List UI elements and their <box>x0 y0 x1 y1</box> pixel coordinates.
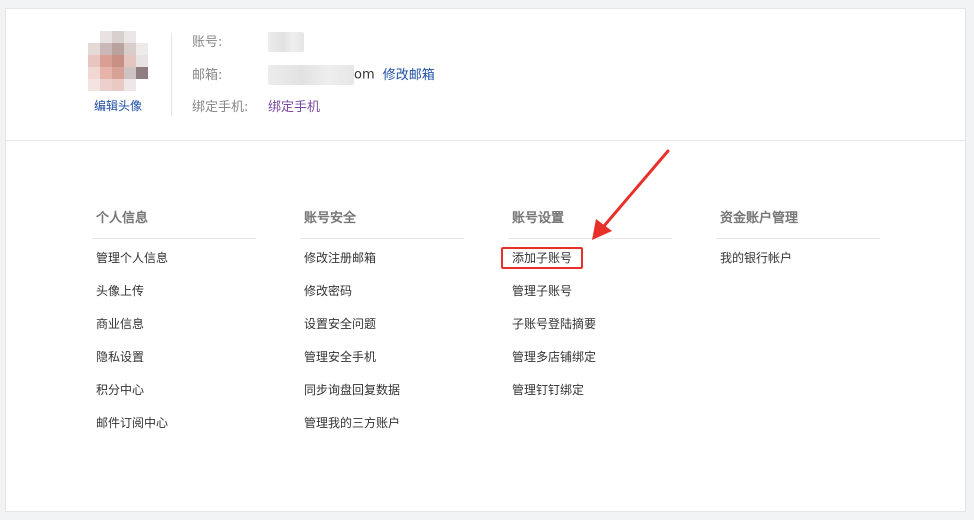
column-account-settings: 账号设置 添加子账号 管理子账号 子账号登陆摘要 管理多店铺绑定 管理钉钉绑定 <box>501 208 672 413</box>
account-settings-card: 编辑头像 账号: 邮箱: om 修改邮箱 绑定手机: 绑定手机 个人信息 管理个人信… <box>5 8 966 512</box>
menu-item-privacy-settings[interactable]: 隐私设置 <box>92 347 256 380</box>
bind-phone-link[interactable]: 绑定手机 <box>268 100 320 115</box>
profile-divider <box>171 33 172 116</box>
menu-item-security-phone[interactable]: 管理安全手机 <box>300 347 464 380</box>
menu-item-business-info[interactable]: 商业信息 <box>92 314 256 347</box>
menu-item-change-email[interactable]: 修改注册邮箱 <box>300 248 464 281</box>
menu-item-third-party-accounts[interactable]: 管理我的三方账户 <box>300 413 464 446</box>
phone-row: 绑定手机: 绑定手机 <box>192 98 320 118</box>
column-title: 资金账户管理 <box>720 211 799 226</box>
column-divider <box>716 238 880 239</box>
column-title: 账号安全 <box>304 211 357 226</box>
column-divider <box>508 238 672 239</box>
email-value-redacted <box>268 65 354 85</box>
menu-item-add-sub-account[interactable]: 添加子账号 <box>501 247 672 281</box>
menu-item-sub-account-login-summary[interactable]: 子账号登陆摘要 <box>508 314 672 347</box>
menu-item-manage-profile[interactable]: 管理个人信息 <box>92 248 256 281</box>
edit-email-link[interactable]: 修改邮箱 <box>383 68 435 83</box>
menu-item-upload-avatar[interactable]: 头像上传 <box>92 281 256 314</box>
column-title: 个人信息 <box>96 211 149 226</box>
column-account-security: 账号安全 修改注册邮箱 修改密码 设置安全问题 管理安全手机 同步询盘回复数据 … <box>300 208 464 446</box>
menu-item-points-center[interactable]: 积分中心 <box>92 380 256 413</box>
menu-item-sync-inquiry-data[interactable]: 同步询盘回复数据 <box>300 380 464 413</box>
email-label: 邮箱: <box>192 67 223 83</box>
menu-item-change-password[interactable]: 修改密码 <box>300 281 464 314</box>
highlight-box: 添加子账号 <box>501 247 584 269</box>
menu-item-email-subscriptions[interactable]: 邮件订阅中心 <box>92 413 256 446</box>
edit-avatar-link[interactable]: 编辑头像 <box>94 97 142 114</box>
phone-label: 绑定手机: <box>192 100 249 115</box>
menu-item-multi-store-binding[interactable]: 管理多店铺绑定 <box>508 347 672 380</box>
avatar[interactable] <box>88 31 148 91</box>
column-divider <box>92 238 256 239</box>
column-divider <box>300 238 464 239</box>
menu-item-bank-account[interactable]: 我的银行帐户 <box>716 248 880 281</box>
account-value-redacted <box>268 32 304 52</box>
column-funds-account: 资金账户管理 我的银行帐户 <box>716 208 880 281</box>
email-suffix: om <box>354 67 375 83</box>
menu-item-security-questions[interactable]: 设置安全问题 <box>300 314 464 347</box>
column-personal-info: 个人信息 管理个人信息 头像上传 商业信息 隐私设置 积分中心 邮件订阅中心 <box>92 208 256 446</box>
account-label: 账号: <box>192 34 223 50</box>
email-row: 邮箱: om 修改邮箱 <box>192 65 435 85</box>
profile-header: 编辑头像 账号: 邮箱: om 修改邮箱 绑定手机: 绑定手机 <box>6 9 965 141</box>
menu-item-manage-sub-accounts[interactable]: 管理子账号 <box>508 281 672 314</box>
account-row: 账号: <box>192 32 304 52</box>
column-title: 账号设置 <box>512 211 565 226</box>
menu-item-dingtalk-binding[interactable]: 管理钉钉绑定 <box>508 380 672 413</box>
